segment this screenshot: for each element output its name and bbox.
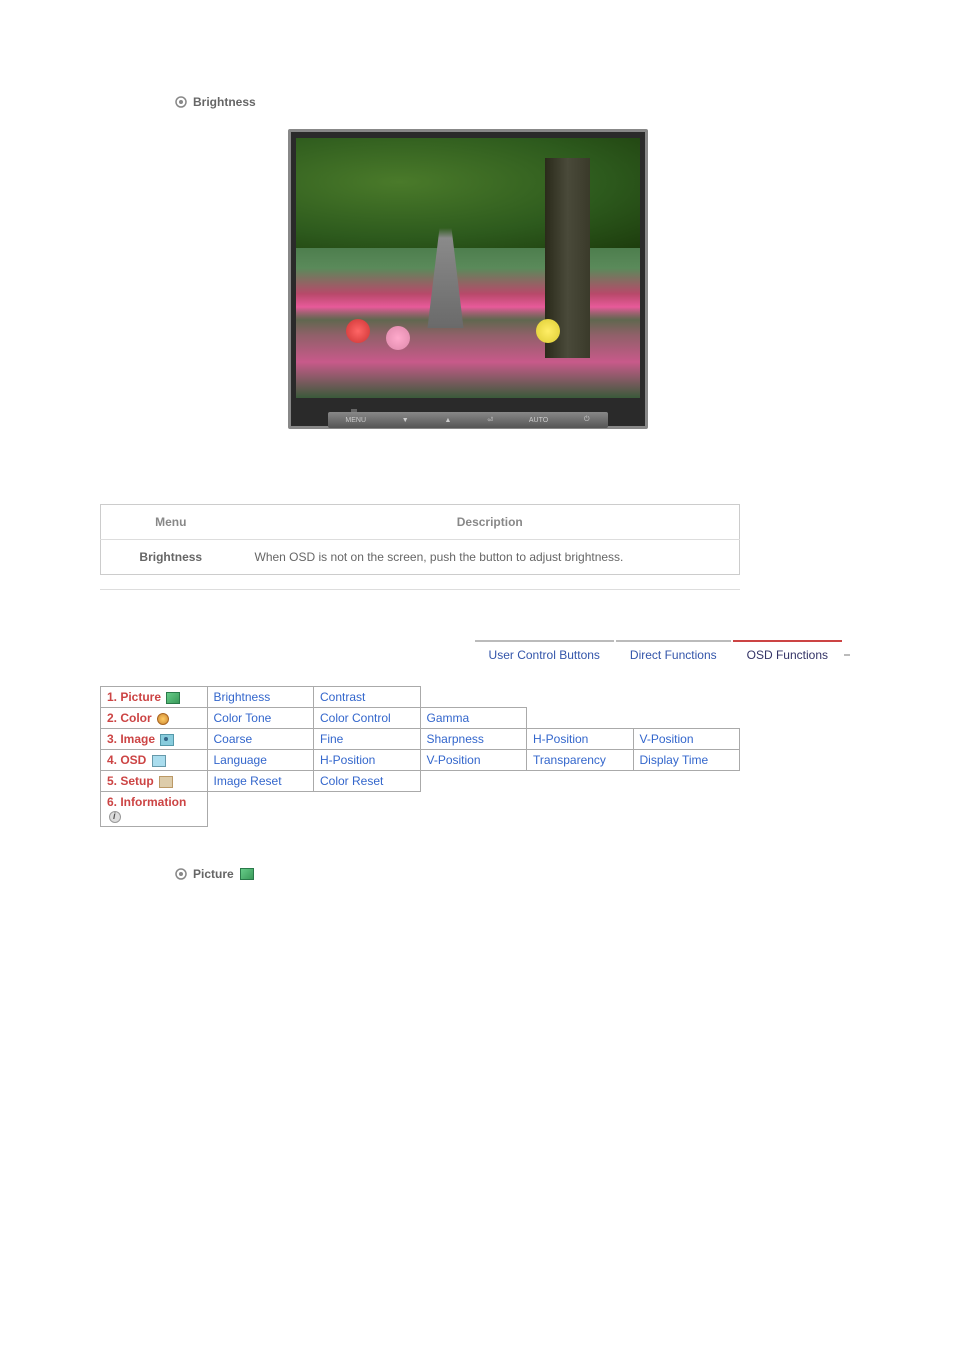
tab-osd-functions[interactable]: OSD Functions [733,640,842,668]
monitor-btn-auto: AUTO [529,417,548,424]
tabs-container: User Control Buttons Direct Functions OS… [100,640,850,668]
color-icon [157,713,169,725]
desc-header-description: Description [241,505,740,540]
osd-icon [152,755,166,767]
link-transparency[interactable]: Transparency [527,750,634,771]
picture-icon [240,868,254,880]
link-coarse[interactable]: Coarse [207,729,314,750]
category-color-label: 2. Color [107,711,152,725]
description-table: Menu Description Brightness When OSD is … [100,504,740,575]
monitor-btn-down: ▼ [402,417,409,424]
link-brightness[interactable]: Brightness [207,687,314,708]
brightness-section-header: Brightness [175,95,835,109]
category-picture-label: 1. Picture [107,690,161,704]
image-icon [160,734,174,746]
link-image-reset[interactable]: Image Reset [207,771,314,792]
table-row: Brightness When OSD is not on the screen… [101,540,740,575]
monitor-button-bar: MENU ▼ ▲ ⏎ AUTO ⏻ [328,412,608,428]
bullet-icon [175,96,187,108]
picture-icon [166,692,180,704]
link-color-control[interactable]: Color Control [314,708,421,729]
category-image-label: 3. Image [107,732,155,746]
monitor-btn-up: ▲ [445,417,452,424]
monitor-btn-enter: ⏎ [487,416,493,424]
category-information-label: 6. Information [107,795,186,809]
divider [100,589,740,590]
link-contrast[interactable]: Contrast [314,687,421,708]
tab-user-control-buttons[interactable]: User Control Buttons [475,640,614,668]
information-icon [109,811,121,823]
bullet-icon [175,868,187,880]
category-information[interactable]: 6. Information [101,792,208,827]
monitor-btn-power: ⏻ [584,416,590,424]
category-osd-label: 4. OSD [107,753,146,767]
category-osd[interactable]: 4. OSD [101,750,208,771]
tab-direct-functions[interactable]: Direct Functions [616,640,731,668]
link-osd-h-position[interactable]: H-Position [314,750,421,771]
link-image-h-position[interactable]: H-Position [527,729,634,750]
link-fine[interactable]: Fine [314,729,421,750]
link-display-time[interactable]: Display Time [633,750,740,771]
link-language[interactable]: Language [207,750,314,771]
link-osd-v-position[interactable]: V-Position [420,750,527,771]
monitor-preview-image: MENU ▼ ▲ ⏎ AUTO ⏻ [100,129,835,429]
link-sharpness[interactable]: Sharpness [420,729,527,750]
osd-menu-table: 1. Picture Brightness Contrast 2. Color … [100,686,740,827]
category-picture[interactable]: 1. Picture [101,687,208,708]
section-title-brightness: Brightness [193,95,256,109]
setup-icon [159,776,173,788]
category-image[interactable]: 3. Image [101,729,208,750]
link-color-tone[interactable]: Color Tone [207,708,314,729]
link-gamma[interactable]: Gamma [420,708,527,729]
category-setup-label: 5. Setup [107,774,154,788]
section-title-picture: Picture [193,867,234,881]
link-color-reset[interactable]: Color Reset [314,771,421,792]
category-setup[interactable]: 5. Setup [101,771,208,792]
desc-header-menu: Menu [101,505,241,540]
desc-cell-menu: Brightness [101,540,241,575]
picture-section-header: Picture [175,867,835,881]
tab-trailing-mark [844,654,850,668]
link-image-v-position[interactable]: V-Position [633,729,740,750]
monitor-btn-menu: MENU [345,417,366,424]
category-color[interactable]: 2. Color [101,708,208,729]
desc-cell-description: When OSD is not on the screen, push the … [241,540,740,575]
